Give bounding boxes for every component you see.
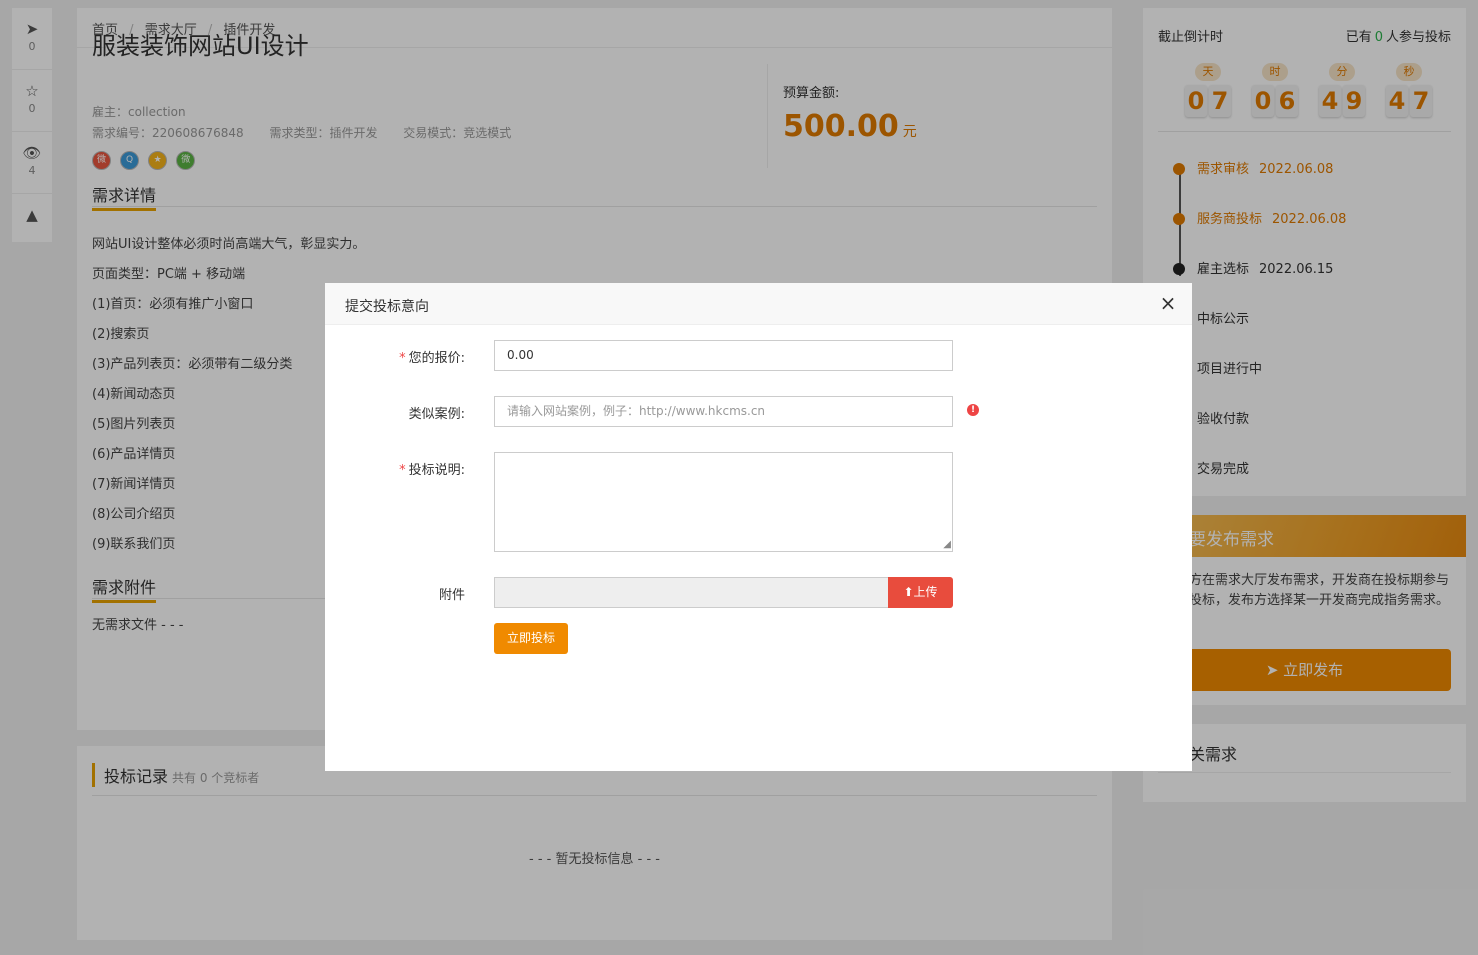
price-label: * 您的报价:: [325, 347, 465, 366]
attachment-field[interactable]: [494, 577, 888, 608]
upload-button[interactable]: ⬆上传: [888, 577, 953, 608]
price-label-text: 您的报价:: [408, 351, 465, 366]
upload-button-label: 上传: [913, 585, 938, 599]
attach-label: 附件: [438, 588, 465, 603]
modal-title: 提交投标意向: [325, 283, 1192, 325]
bid-modal: 提交投标意向 × * 您的报价: 0.00 类似案例: 请输入网站案例，例子：ht…: [325, 283, 1192, 771]
required-mark: *: [399, 463, 406, 478]
warning-icon: !: [967, 404, 979, 416]
desc-label-text: 投标说明:: [408, 463, 465, 478]
submit-bid-button[interactable]: 立即投标: [494, 623, 568, 654]
case-label: 类似案例:: [408, 407, 465, 422]
upload-icon: ⬆: [903, 585, 914, 599]
case-input[interactable]: 请输入网站案例，例子：http://www.hkcms.cn: [494, 396, 953, 427]
price-input[interactable]: 0.00: [494, 340, 953, 371]
desc-label: * 投标说明:: [325, 459, 465, 478]
required-mark: *: [399, 351, 406, 366]
close-icon[interactable]: ×: [1158, 293, 1178, 313]
desc-textarea[interactable]: ◢: [494, 452, 953, 552]
resize-grip-icon[interactable]: ◢: [943, 540, 951, 550]
